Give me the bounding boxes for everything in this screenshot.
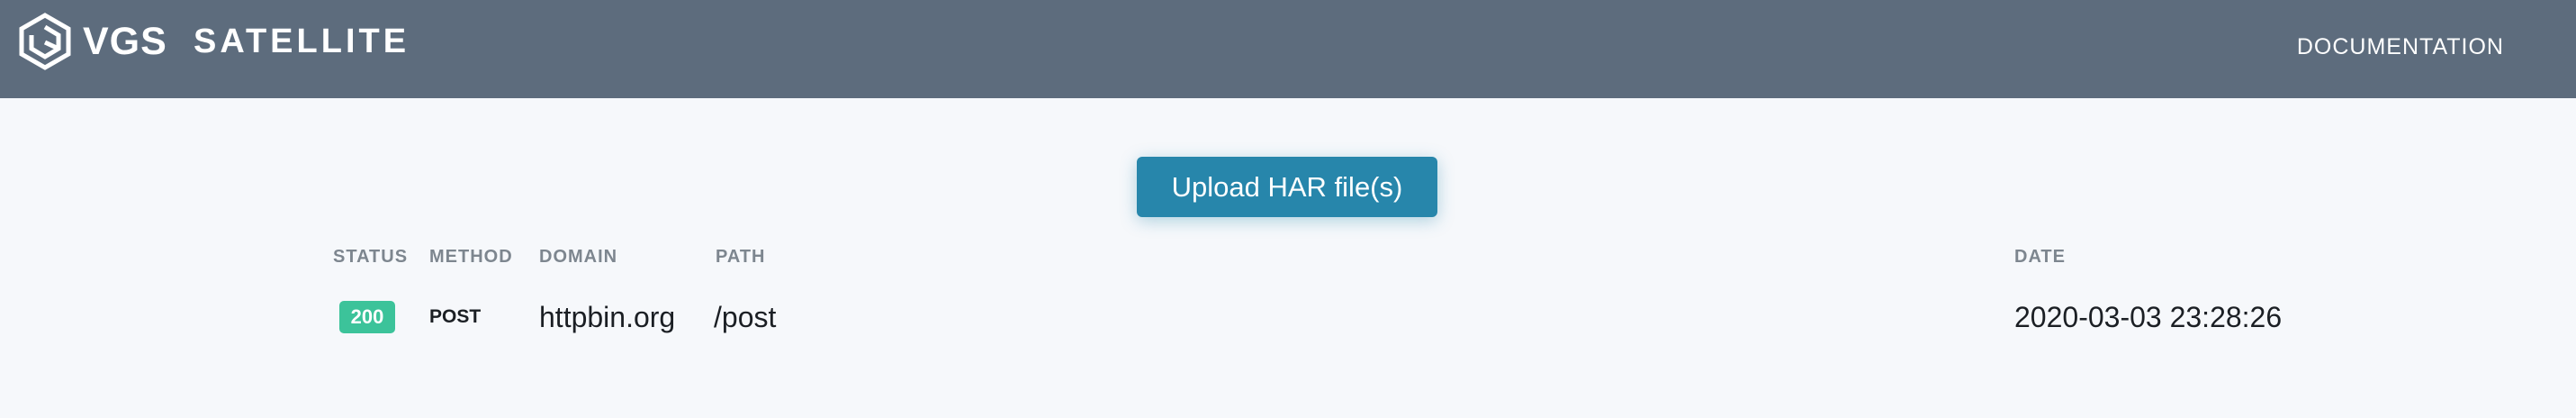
logo-text: VGS [83,20,167,63]
column-header-date: DATE [2014,247,2066,267]
column-header-status: STATUS [333,247,409,267]
app-header: VGS SATELLITE DOCUMENTATION [0,0,2576,98]
domain-cell: httpbin.org [539,301,676,333]
column-header-path: PATH [716,247,766,267]
status-badge: 200 [339,301,395,333]
path-cell: /post [714,301,777,333]
column-header-method: METHOD [429,247,513,267]
upload-har-button[interactable]: Upload HAR file(s) [1137,157,1437,217]
method-cell: POST [429,306,482,327]
column-header-domain: DOMAIN [539,247,618,267]
vgs-logo-icon[interactable] [18,13,72,70]
documentation-link[interactable]: DOCUMENTATION [2297,32,2504,61]
product-name: SATELLITE [194,23,410,60]
date-cell: 2020-03-03 23:28:26 [2014,301,2283,333]
